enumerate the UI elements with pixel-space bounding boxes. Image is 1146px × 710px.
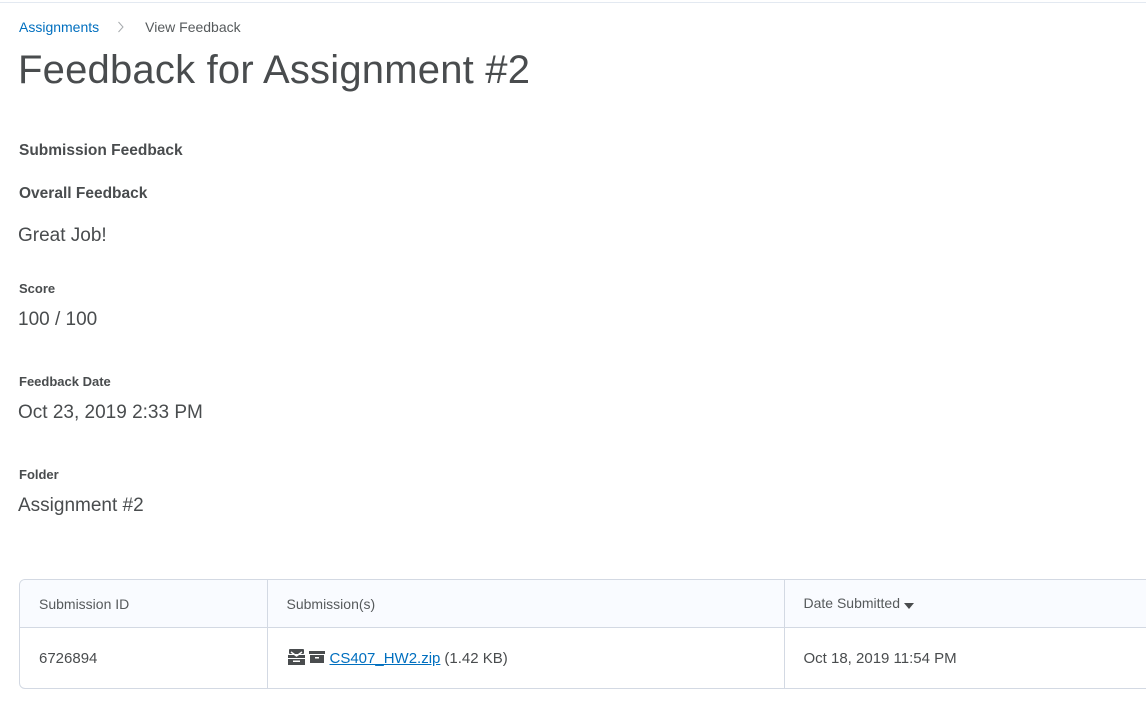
table-row: 6726894 CS407_HW2.zip (1.42 KB) Oct 18, … (20, 627, 1146, 688)
overall-feedback-label: Overall Feedback (19, 185, 148, 202)
date-submitted-cell: Oct 18, 2019 11:54 PM (803, 650, 957, 667)
score-value: 100 / 100 (18, 309, 98, 330)
column-header-date-submitted[interactable]: Date Submitted (784, 580, 1146, 628)
breadcrumb: Assignments View Feedback (19, 18, 241, 36)
column-header-submission-id: Submission ID (20, 580, 268, 628)
folder-value: Assignment #2 (18, 495, 144, 516)
feedback-date-label: Feedback Date (19, 374, 111, 389)
feedback-date-value: Oct 23, 2019 2:33 PM (18, 402, 203, 423)
date-submitted-header-label[interactable]: Date Submitted (804, 595, 901, 611)
submissions-table: Submission ID Submission(s) Date Submitt… (19, 579, 1146, 689)
submission-file-cell: CS407_HW2.zip (1.42 KB) (267, 627, 785, 688)
inbox-download-icon (287, 648, 306, 670)
breadcrumb-current: View Feedback (145, 19, 241, 35)
column-header-submissions: Submission(s) (267, 580, 785, 628)
chevron-right-icon (117, 18, 133, 36)
archive-box-icon (308, 650, 325, 667)
folder-label: Folder (19, 467, 59, 482)
submission-feedback-heading: Submission Feedback (19, 142, 183, 159)
score-label: Score (19, 281, 56, 296)
submission-file-link[interactable]: CS407_HW2.zip (330, 650, 441, 667)
submission-file-size: (1.42 KB) (444, 650, 508, 667)
table-header-row: Submission ID Submission(s) Date Submitt… (20, 580, 1146, 628)
page-title: Feedback for Assignment #2 (18, 48, 531, 92)
caret-down-icon[interactable] (904, 596, 914, 612)
top-divider (0, 2, 1146, 3)
overall-feedback-value: Great Job! (18, 225, 107, 246)
breadcrumb-assignments-link[interactable]: Assignments (19, 19, 99, 35)
submission-id-cell: 6726894 (20, 627, 268, 688)
